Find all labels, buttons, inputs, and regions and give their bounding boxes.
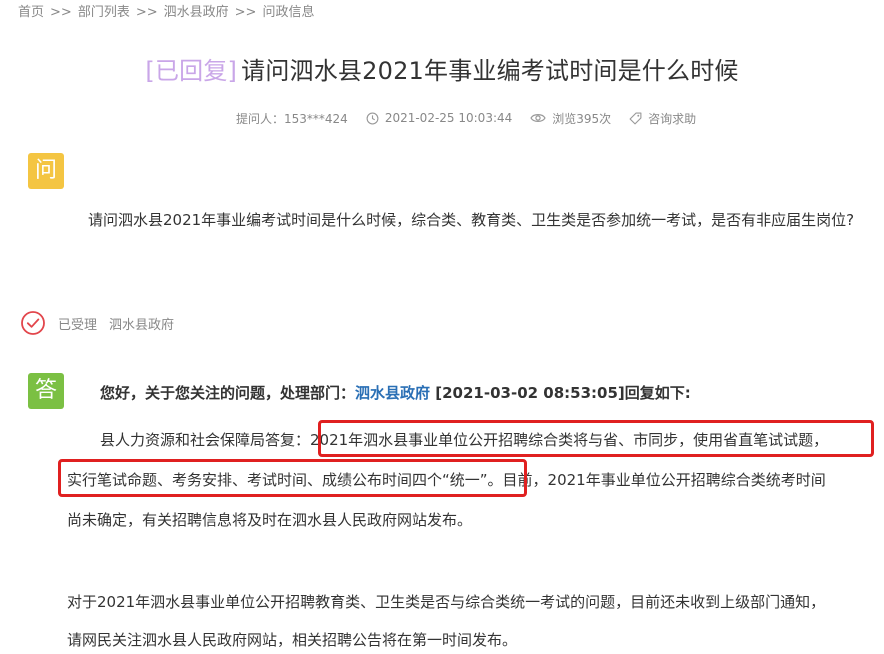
view-count: 浏览395次 <box>552 111 612 126</box>
answer-line: 对于2021年泗水县事业单位公开招聘教育类、卫生类是否与综合类统一考试的问题，目… <box>67 593 826 611</box>
breadcrumb-separator: >> <box>50 5 72 20</box>
asker-info: 提问人：153***424 <box>236 110 348 127</box>
answer-header-prefix: 您好，关于您关注的问题，处理部门： <box>100 384 356 402</box>
department-link[interactable]: 泗水县政府 <box>355 384 430 402</box>
post-time: 2021-02-25 10:03:44 <box>384 111 513 125</box>
question-text: 请问泗水县2021年事业编考试时间是什么时候，综合类、教育类、卫生类是否参加统一… <box>88 211 855 229</box>
time-info: 2021-02-25 10:03:44 <box>366 111 512 125</box>
question-category: 咨询求助 <box>648 111 697 126</box>
status-department: 泗水县政府 <box>109 317 175 333</box>
views-info: 浏览395次 <box>530 110 611 127</box>
answer-line: 实行笔试命题、考务安排、考试时间、成绩公布时间四个“统一”。目前，2021年事业… <box>67 471 826 489</box>
page-title: [已回复] 请问泗水县2021年事业编考试时间是什么时候 <box>0 55 884 87</box>
tag-icon <box>629 112 642 124</box>
answer-line: 尚未确定，有关招聘信息将及时在泗水县人民政府网站发布。 <box>67 511 473 529</box>
answer-line: 县人力资源和社会保障局答复：2021年泗水县事业单位公开招聘综合类将与省、市同步… <box>100 431 829 449</box>
question-badge: 问 <box>28 153 64 189</box>
reply-status: [已回复] <box>145 57 238 85</box>
answer-header: 您好，关于您关注的问题，处理部门：泗水县政府 [2021-03-02 08:53… <box>100 381 691 405</box>
breadcrumb: 首页 >> 部门列表 >> 泗水县政府 >> 问政信息 <box>18 5 314 21</box>
breadcrumb-separator: >> <box>234 5 257 20</box>
help-info: 咨询求助 <box>629 110 696 127</box>
asker-text: 提问人：153***424 <box>236 111 348 126</box>
clock-icon <box>366 112 379 124</box>
answer-line: 请网民关注泗水县人民政府网站，相关招聘公告将在第一时间发布。 <box>67 631 518 649</box>
answer-badge: 答 <box>28 373 64 409</box>
breadcrumb-separator: >> <box>135 5 158 20</box>
breadcrumb-home[interactable]: 首页 <box>18 5 44 20</box>
status-text: 已受理 <box>58 317 98 333</box>
question-meta: 提问人：153***424 2021-02-25 10:03:44 浏览395次… <box>236 110 714 126</box>
breadcrumb-department-list[interactable]: 部门列表 <box>78 5 130 20</box>
answer-header-suffix: [2021-03-02 08:53:05]回复如下: <box>435 384 691 402</box>
breadcrumb-government[interactable]: 泗水县政府 <box>164 5 229 20</box>
check-circle-icon <box>21 311 45 335</box>
breadcrumb-current: 问政信息 <box>262 5 315 20</box>
status-row: 已受理 泗水县政府 <box>20 310 174 336</box>
eye-icon <box>530 114 546 122</box>
question-title: 请问泗水县2021年事业编考试时间是什么时候 <box>241 57 739 85</box>
